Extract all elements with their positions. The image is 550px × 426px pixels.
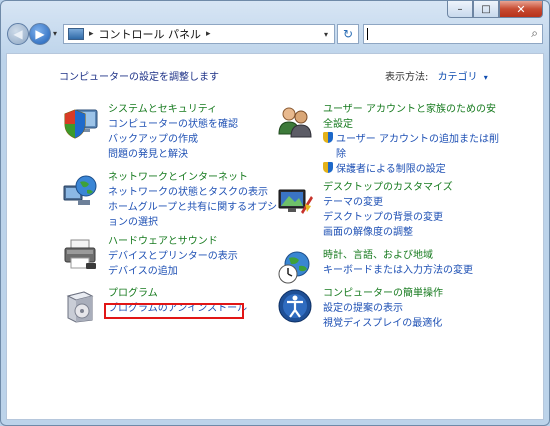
back-button[interactable]: ◀ [7,23,29,45]
address-dropdown-icon[interactable]: ▾ [324,30,328,39]
category-title-system[interactable]: システムとセキュリティ [108,102,238,117]
link-suggested-settings[interactable]: 設定の提案の表示 [323,301,443,316]
category-title-ease[interactable]: コンピューターの簡単操作 [323,286,443,301]
link-homegroup-options[interactable]: ホームグループと共有に関するオプシ [108,200,277,215]
forward-button[interactable]: ▶ [29,23,51,45]
view-by-label: 表示方法: [385,72,429,83]
ease-of-access-icon [278,289,312,323]
link-homegroup-options-cont[interactable]: ョンの選択 [108,215,277,230]
link-view-devices-printers[interactable]: デバイスとプリンターの表示 [108,249,238,264]
close-button[interactable]: ✕ [499,1,543,18]
address-bar[interactable]: ▸ コントロール パネル ▸ ▾ [63,24,335,44]
category-title-appearance[interactable]: デスクトップのカスタマイズ [323,180,453,195]
category-title-hardware[interactable]: ハードウェアとサウンド [108,234,238,249]
page-title: コンピューターの設定を調整します [59,72,219,83]
clock-globe-icon [278,251,310,284]
program-box-icon [66,291,94,323]
link-check-computer-status[interactable]: コンピューターの状態を確認 [108,117,238,132]
control-panel-icon [68,28,84,40]
breadcrumb-control-panel[interactable]: コントロール パネル [99,26,202,42]
monitor-paint-icon [278,189,313,214]
category-title-programs[interactable]: プログラム [108,286,247,301]
printer-icon [64,239,96,269]
content-pane: コンピューターの設定を調整します 表示方法: カテゴリ ▾ システムとセキュリテ… [6,53,544,420]
category-title-users[interactable]: ユーザー アカウントと家族のための安 [323,102,499,117]
link-change-keyboard-input[interactable]: キーボードまたは入力方法の変更 [323,263,473,278]
caption-buttons: – □ ✕ [447,1,543,18]
link-add-remove-accounts-text[interactable]: ユーザー アカウントの追加または削 [336,134,499,145]
link-parental-controls-text[interactable]: 保護者による制限の設定 [336,164,446,175]
link-optimize-display[interactable]: 視覚ディスプレイの最適化 [323,316,443,331]
search-icon[interactable]: ⌕ [531,26,538,41]
breadcrumb-separator[interactable]: ▸ [206,29,211,39]
refresh-button[interactable]: ↻ [337,24,359,44]
category-title-users-cont[interactable]: 全設定 [323,117,499,132]
maximize-button[interactable]: □ [473,1,499,18]
globe-network-icon [63,175,97,205]
link-adjust-resolution[interactable]: 画面の解像度の調整 [323,225,453,240]
text-caret [367,28,368,40]
link-view-network-status[interactable]: ネットワークの状態とタスクの表示 [108,185,277,200]
breadcrumb-separator[interactable]: ▸ [89,29,94,39]
category-title-clock[interactable]: 時計、言語、および地域 [323,248,473,263]
link-find-fix-problems[interactable]: 問題の発見と解決 [108,147,238,162]
uac-shield-icon [323,132,333,143]
shield-pc-icon [64,109,98,139]
link-parental-controls[interactable]: 保護者による制限の設定 [323,162,499,177]
minimize-button[interactable]: – [447,1,473,18]
view-by-selector[interactable]: カテゴリ [438,72,478,83]
link-add-remove-accounts[interactable]: ユーザー アカウントの追加または削 [323,132,499,147]
chevron-down-icon[interactable]: ▾ [484,73,488,82]
link-change-theme[interactable]: テーマの変更 [323,195,453,210]
link-create-backup[interactable]: バックアップの作成 [108,132,238,147]
link-add-device[interactable]: デバイスの追加 [108,264,238,279]
recent-pages-dropdown[interactable]: ▾ [53,29,57,38]
users-icon [278,107,312,138]
category-title-network[interactable]: ネットワークとインターネット [108,170,277,185]
link-add-remove-accounts-cont[interactable]: 除 [323,147,499,162]
control-panel-window: – □ ✕ ◀ ▶ ▾ ▸ コントロール パネル ▸ ▾ ↻ ⌕ コンピューター… [0,0,550,426]
view-by: 表示方法: カテゴリ ▾ [385,68,488,83]
link-change-background[interactable]: デスクトップの背景の変更 [323,210,453,225]
uac-shield-icon [323,162,333,173]
highlight-box-uninstall [104,303,244,319]
search-input[interactable]: ⌕ [363,24,543,44]
navigation-bar: ◀ ▶ ▾ ▸ コントロール パネル ▸ ▾ ↻ ⌕ [7,23,543,47]
